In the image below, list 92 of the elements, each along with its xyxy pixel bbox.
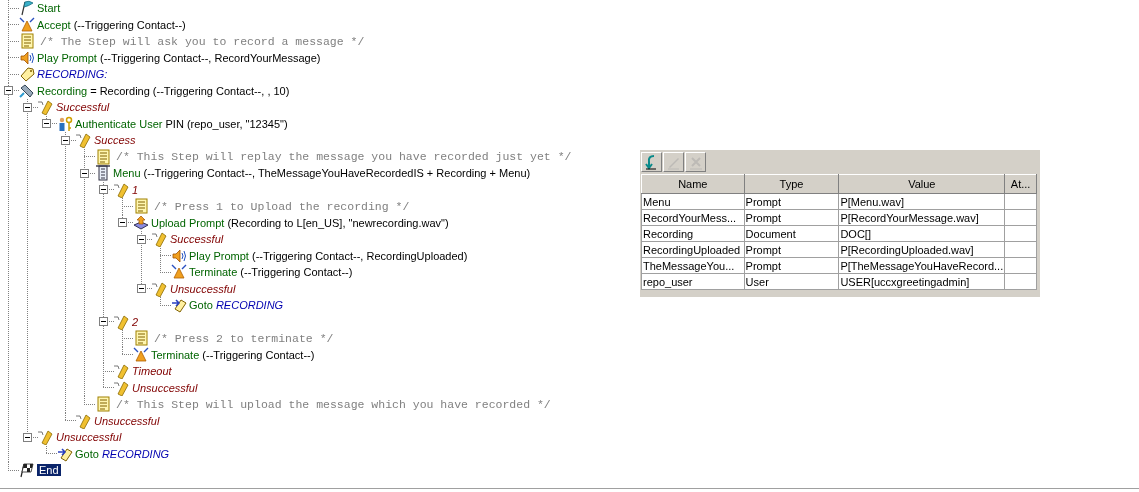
branch-label[interactable]: 2: [132, 315, 139, 328]
table-cell: Recording: [641, 225, 745, 242]
table-cell: TheMessageYou...: [641, 257, 745, 274]
branch-label[interactable]: Timeout: [132, 365, 172, 378]
add-button[interactable]: [641, 152, 662, 172]
step-text[interactable]: Terminate (--Triggering Contact--): [189, 266, 353, 279]
label-text[interactable]: RECORDING:: [37, 68, 108, 81]
menu-icon: [95, 165, 111, 182]
branch-label[interactable]: Unsuccessful: [132, 381, 198, 394]
step-text[interactable]: End: [37, 464, 61, 477]
collapse-toggle[interactable]: [99, 317, 108, 327]
cone-icon: [133, 346, 149, 363]
collapse-toggle[interactable]: [23, 432, 32, 442]
branch-label[interactable]: Unsuccessful: [94, 414, 160, 427]
note-icon: [133, 330, 149, 347]
table-cell: User: [744, 273, 839, 290]
branch-tag-icon: [152, 231, 168, 248]
table-cell: DOC[]: [838, 225, 1005, 242]
table-cell: P[TheMessageYouHaveRecord...: [838, 257, 1005, 274]
delete-icon: [687, 154, 704, 170]
column-header[interactable]: At...: [1004, 174, 1037, 194]
branch-tag-icon: [114, 363, 130, 380]
collapse-toggle[interactable]: [99, 185, 108, 195]
step-text[interactable]: Goto RECORDING: [75, 447, 170, 460]
branch-tag-icon: [38, 429, 54, 446]
cone-icon: [19, 16, 35, 33]
speaker-icon: [19, 49, 35, 66]
branch-tag-icon: [76, 412, 92, 429]
collapse-toggle[interactable]: [118, 218, 127, 228]
phone-icon: [19, 82, 35, 99]
branch-tag-icon: [152, 280, 168, 297]
step-text[interactable]: Recording = Recording (--Triggering Contact--, , 10): [37, 84, 290, 97]
column-header[interactable]: Name: [641, 174, 745, 194]
step-text[interactable]: Play Prompt (--Triggering Contact--, RecordYourMessage): [37, 51, 321, 64]
table-cell: Prompt: [744, 193, 839, 210]
table-cell: P[RecordYourMessage.wav]: [838, 209, 1005, 226]
branch-tag-icon: [114, 313, 130, 330]
column-header[interactable]: Type: [744, 174, 839, 194]
table-cell: P[Menu.wav]: [838, 193, 1005, 210]
collapse-toggle[interactable]: [137, 234, 146, 244]
step-text[interactable]: Menu (--Triggering Contact--, TheMessageYouHaveRecordedIS + Recording + Menu): [113, 167, 531, 180]
collapse-toggle[interactable]: [4, 86, 13, 96]
branch-tag-icon: [114, 379, 130, 396]
note-icon: [95, 148, 111, 165]
table-cell: RecordingUploaded: [641, 241, 745, 258]
branch-label[interactable]: Success: [94, 134, 136, 147]
step-text[interactable]: Goto RECORDING: [189, 299, 284, 312]
table-cell: USER[uccxgreetingadmin]: [838, 273, 1005, 290]
collapse-toggle[interactable]: [80, 168, 89, 178]
step-text[interactable]: Upload Prompt (Recording to L[en_US], "newrecording.wav"): [151, 216, 449, 229]
goto-icon: [57, 445, 73, 462]
branch-tag-icon: [38, 99, 54, 116]
table-cell: repo_user: [641, 273, 745, 290]
comment-text[interactable]: /* Press 2 to terminate */: [151, 331, 334, 345]
branch-label[interactable]: 1: [132, 183, 139, 196]
note-icon: [95, 396, 111, 413]
comment-text[interactable]: /* The Step will ask you to record a message */: [37, 34, 365, 48]
step-text[interactable]: Authenticate User PIN (repo_user, "12345"): [75, 117, 288, 130]
table-cell: P[RecordingUploaded.wav]: [838, 241, 1005, 258]
collapse-toggle[interactable]: [23, 102, 32, 112]
comment-text[interactable]: /* This Step will upload the message which you have recorded */: [113, 397, 551, 411]
comment-text[interactable]: /* This Step will replay the message you have recorded just yet */: [113, 150, 572, 164]
flag-icon: [19, 0, 35, 17]
note-icon: [19, 33, 35, 50]
goto-icon: [171, 297, 187, 314]
branch-label[interactable]: Successful: [56, 101, 110, 114]
branch-label[interactable]: Unsuccessful: [56, 431, 122, 444]
table-cell: RecordYourMess...: [641, 209, 745, 226]
collapse-toggle[interactable]: [42, 119, 51, 129]
column-header[interactable]: Value: [838, 174, 1005, 194]
table-cell: Menu: [641, 193, 745, 210]
upload-icon: [133, 214, 149, 231]
branch-label[interactable]: Successful: [170, 233, 224, 246]
checkered-flag-icon: [19, 462, 35, 479]
user-key-icon: [57, 115, 73, 132]
step-text[interactable]: Play Prompt (--Triggering Contact--, RecordingUploaded): [189, 249, 468, 262]
note-icon: [133, 198, 149, 215]
step-text[interactable]: Start: [37, 2, 61, 15]
branch-tag-icon: [76, 132, 92, 149]
table-cell: Document: [744, 225, 839, 242]
table-cell: Prompt: [744, 209, 839, 226]
comment-text[interactable]: /* Press 1 to Upload the recording */: [151, 199, 410, 213]
step-text[interactable]: Accept (--Triggering Contact--): [37, 18, 186, 31]
table-cell: Prompt: [744, 241, 839, 258]
step-text[interactable]: Terminate (--Triggering Contact--): [151, 348, 315, 361]
tag-icon: [19, 66, 35, 83]
collapse-toggle[interactable]: [61, 135, 70, 145]
branch-label[interactable]: Unsuccessful: [170, 282, 236, 295]
table-cell: Prompt: [744, 257, 839, 274]
speaker-icon: [171, 247, 187, 264]
collapse-toggle[interactable]: [137, 284, 146, 294]
branch-tag-icon: [114, 181, 130, 198]
